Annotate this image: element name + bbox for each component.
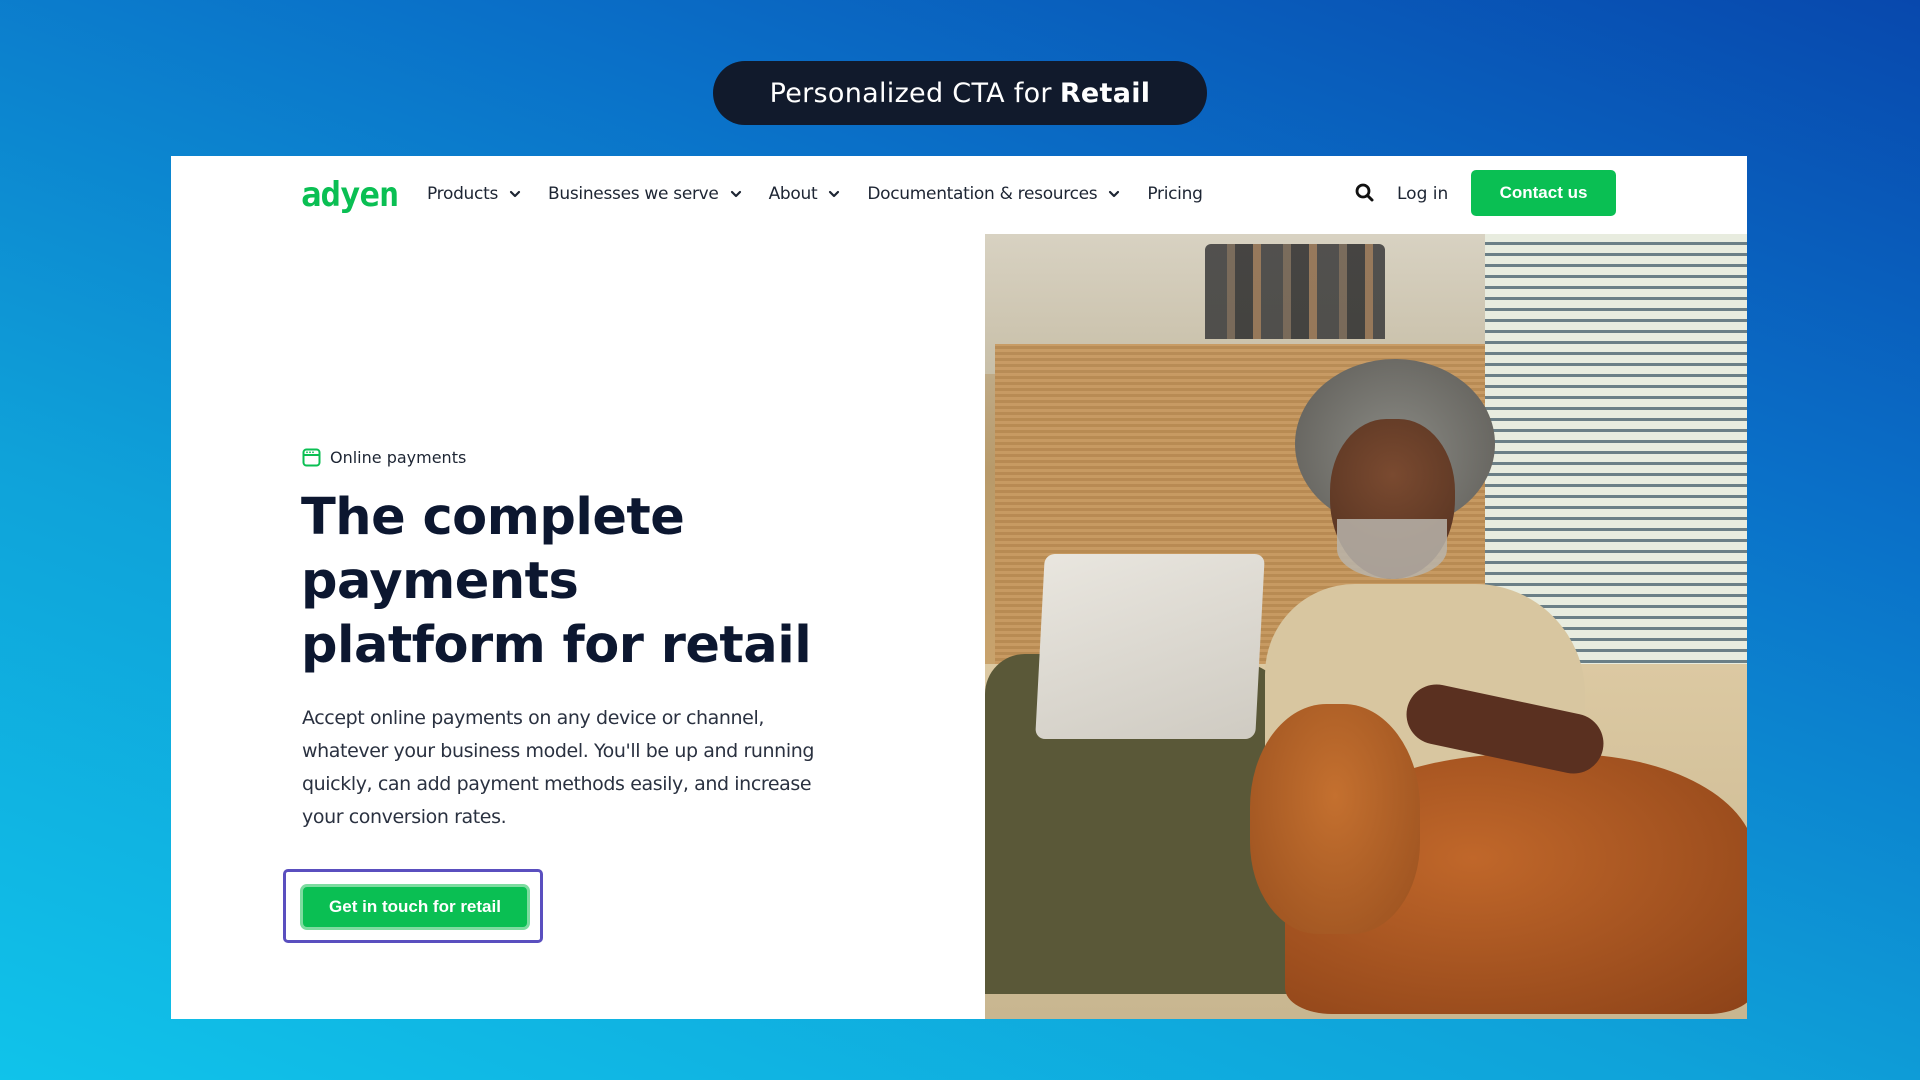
nav-item-pricing[interactable]: Pricing xyxy=(1147,184,1203,204)
hero-headline: The complete payments platform for retai… xyxy=(301,488,812,675)
photo-dog-head xyxy=(1250,704,1420,934)
nav-item-label: Businesses we serve xyxy=(548,184,719,204)
product-eyebrow: Online payments xyxy=(302,448,466,467)
adyen-logo[interactable]: adyen xyxy=(301,178,399,212)
hero-description: Accept online payments on any device or … xyxy=(302,707,815,828)
nav-item-about[interactable]: About xyxy=(769,184,842,204)
photo-bottles xyxy=(1205,244,1385,339)
nav-item-label: Products xyxy=(427,184,499,204)
personalization-banner: Personalized CTA for Retail xyxy=(713,61,1207,125)
top-navigation: adyen Products Businesses we serve About… xyxy=(171,156,1747,234)
chevron-down-icon xyxy=(730,190,741,198)
search-icon[interactable] xyxy=(1354,182,1376,204)
login-link[interactable]: Log in xyxy=(1397,184,1448,204)
eyebrow-label: Online payments xyxy=(330,448,467,467)
browser-window-icon xyxy=(302,448,321,467)
nav-item-documentation[interactable]: Documentation & resources xyxy=(867,184,1121,204)
get-in-touch-retail-button[interactable]: Get in touch for retail xyxy=(300,884,530,930)
nav-item-businesses[interactable]: Businesses we serve xyxy=(548,184,743,204)
photo-laptop xyxy=(1035,554,1265,739)
banner-highlight: Retail xyxy=(1059,77,1151,109)
photo-beard xyxy=(1337,519,1447,579)
contact-us-button[interactable]: Contact us xyxy=(1471,170,1616,216)
nav-item-label: About xyxy=(768,184,818,204)
chevron-down-icon xyxy=(509,190,521,198)
banner-prefix: Personalized CTA for xyxy=(769,77,1052,109)
website-screenshot: adyen Products Businesses we serve About… xyxy=(171,156,1747,1019)
nav-item-label: Documentation & resources xyxy=(867,184,1098,204)
nav-item-label: Pricing xyxy=(1147,184,1203,204)
chevron-down-icon xyxy=(829,190,840,198)
hero-photo xyxy=(985,234,1747,1019)
chevron-down-icon xyxy=(1109,190,1120,198)
nav-menu: Products Businesses we serve About Docum… xyxy=(427,184,1229,204)
nav-item-products[interactable]: Products xyxy=(427,184,522,204)
